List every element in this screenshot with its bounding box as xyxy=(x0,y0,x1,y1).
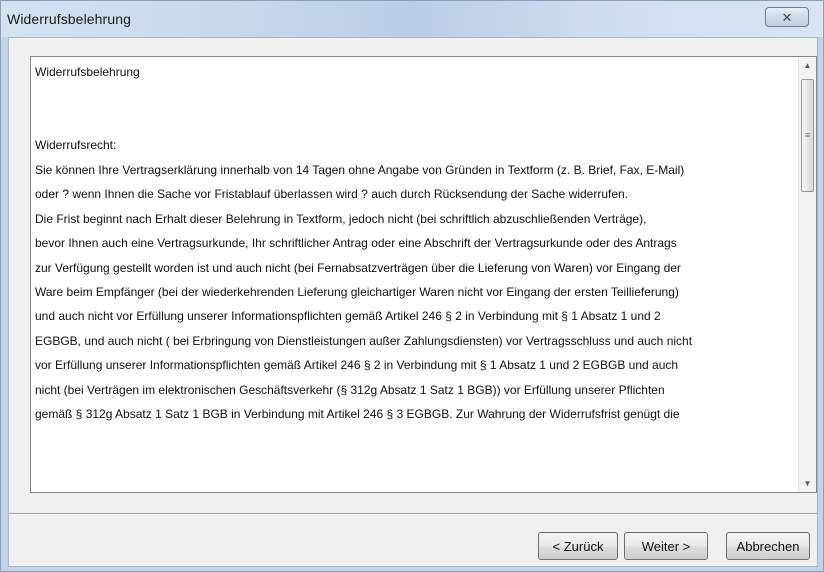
scrollbar-thumb[interactable]: ≡ xyxy=(801,79,814,192)
window-title: Widerrufsbelehrung xyxy=(7,11,131,27)
scroll-up-arrow-icon[interactable]: ▲ xyxy=(799,57,816,74)
cancel-button[interactable]: Abbrechen xyxy=(726,532,810,560)
separator-line xyxy=(9,513,817,515)
text-line: und auch nicht vor Erfüllung unserer Inf… xyxy=(35,309,661,324)
close-button[interactable]: ✕ xyxy=(765,7,809,27)
text-line: Die Frist beginnt nach Erhalt dieser Bel… xyxy=(35,211,647,226)
vertical-scrollbar[interactable]: ▲ ≡ ▼ xyxy=(798,57,816,492)
text-line xyxy=(35,109,794,133)
title-bar[interactable]: Widerrufsbelehrung ✕ xyxy=(1,1,823,37)
grip-icon: ≡ xyxy=(804,130,811,140)
text-line: Widerrufsbelehrung xyxy=(35,65,140,79)
text-line: zur Verfügung gestellt worden ist und au… xyxy=(35,260,681,275)
text-line: Ware beim Empfänger (bei der wiederkehre… xyxy=(35,284,679,299)
terms-textbox[interactable]: Widerrufsbelehrung Widerrufsrecht: Sie kön… xyxy=(30,56,817,493)
text-line: nicht (bei Verträgen im elektronischen G… xyxy=(35,382,665,397)
back-button[interactable]: < Zurück xyxy=(538,532,618,560)
text-line: bevor Ihnen auch eine Vertragsurkunde, I… xyxy=(35,236,677,251)
next-button[interactable]: Weiter > xyxy=(624,532,708,560)
terms-text: Widerrufsbelehrung Widerrufsrecht: Sie kön… xyxy=(35,60,794,427)
scroll-down-arrow-icon[interactable]: ▼ xyxy=(799,475,816,492)
dialog-body: Widerrufsbelehrung Widerrufsrecht: Sie kön… xyxy=(8,37,818,567)
text-line xyxy=(35,84,794,108)
text-line: oder ? wenn Ihnen die Sache vor Fristabl… xyxy=(35,187,629,202)
text-line: EGBGB, und auch nicht ( bei Erbringung v… xyxy=(35,333,693,348)
close-icon: ✕ xyxy=(781,9,793,25)
text-line: Sie können Ihre Vertragserklärung innerh… xyxy=(35,162,685,177)
text-line: gemäß § 312g Absatz 1 Satz 1 BGB in Verb… xyxy=(35,407,680,422)
text-line: vor Erfüllung unserer Informationspflich… xyxy=(35,358,679,373)
text-line: Widerrufsrecht: xyxy=(35,138,117,153)
dialog-window: Widerrufsbelehrung ✕ Widerrufsbelehrung W… xyxy=(0,0,824,572)
